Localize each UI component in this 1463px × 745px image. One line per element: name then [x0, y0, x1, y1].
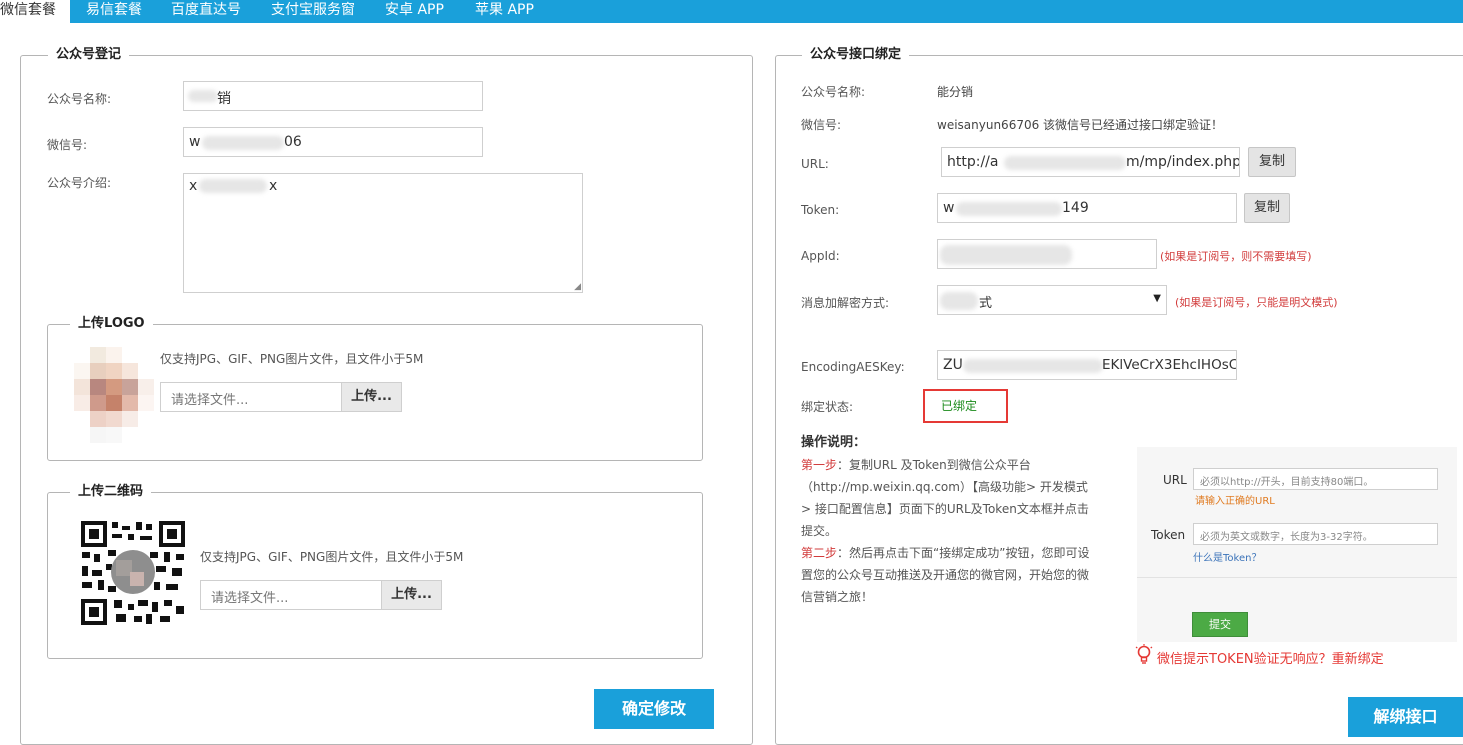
- example-url-field: 必须以http://开头，目前支持80端口。: [1193, 468, 1438, 490]
- wechat-config-example-image: URL 必须以http://开头，目前支持80端口。 请输入正确的URL Tok…: [1137, 447, 1457, 642]
- intro-textarea[interactable]: x x ◢: [183, 173, 583, 293]
- qr-code-preview: [80, 520, 186, 626]
- encrypt-mode-select[interactable]: 式 ▼: [937, 285, 1167, 315]
- instructions-title: 操作说明：: [801, 435, 867, 450]
- aes-key-value-start: ZU: [943, 357, 963, 373]
- textarea-resize-handle[interactable]: ◢: [574, 282, 581, 292]
- name-label: 公众号名称:: [47, 92, 112, 106]
- upload-logo-legend: 上传LOGO: [70, 316, 153, 332]
- interface-binding-legend: 公众号接口绑定: [802, 47, 910, 63]
- account-register-legend: 公众号登记: [48, 47, 130, 63]
- right-name-value: 能分销: [937, 85, 974, 99]
- tab-yixin-package[interactable]: 易信套餐: [86, 0, 142, 23]
- copy-url-button[interactable]: 复制: [1248, 147, 1296, 177]
- encrypt-mode-value: 式: [979, 296, 993, 311]
- example-token-label: Token: [1151, 528, 1186, 542]
- encrypt-mode-label: 消息加解密方式:: [801, 296, 890, 310]
- aes-key-value-end: EKlVeCrX3EhcIHOsC: [1102, 357, 1237, 373]
- right-wechat-label: 微信号:: [801, 118, 842, 132]
- url-value-start: http://a: [947, 154, 999, 170]
- chevron-down-icon: ▼: [1153, 293, 1161, 304]
- tab-ios-app[interactable]: 苹果 APP: [475, 0, 534, 23]
- lightbulb-icon: [1135, 644, 1153, 664]
- account-name-value: 销: [217, 91, 231, 107]
- appid-label: AppId:: [801, 249, 840, 263]
- logo-file-placeholder: 请选择文件...: [171, 393, 249, 408]
- aes-key-input[interactable]: ZU EKlVeCrX3EhcIHOsC: [937, 350, 1237, 380]
- qr-file-input[interactable]: 请选择文件... 上传...: [200, 580, 442, 610]
- qr-hint: 仅支持JPG、GIF、PNG图片文件，且文件小于5M: [200, 550, 464, 564]
- wechat-id-label: 微信号:: [47, 138, 88, 152]
- appid-input[interactable]: [937, 239, 1157, 269]
- url-label: URL:: [801, 157, 829, 171]
- url-input[interactable]: http://a m/mp/index.php: [941, 147, 1240, 177]
- rebind-link[interactable]: 微信提示TOKEN验证无响应？重新绑定: [1157, 648, 1384, 667]
- example-url-error: 请输入正确的URL: [1195, 496, 1275, 507]
- wechat-id-input[interactable]: w 06: [183, 127, 483, 157]
- qr-upload-button[interactable]: 上传...: [381, 581, 441, 609]
- step1-label: 第一步: [801, 458, 838, 472]
- intro-label: 公众号介绍:: [47, 176, 112, 190]
- example-divider: [1137, 577, 1457, 578]
- token-input[interactable]: w 149: [937, 193, 1237, 223]
- confirm-modify-button[interactable]: 确定修改: [594, 689, 714, 729]
- url-value-end: m/mp/index.php: [1126, 154, 1240, 170]
- appid-hint: (如果是订阅号，则不需要填写): [1160, 250, 1312, 263]
- tab-alipay-window[interactable]: 支付宝服务窗: [271, 0, 355, 23]
- qr-file-placeholder: 请选择文件...: [211, 591, 289, 606]
- token-label: Token:: [801, 203, 840, 217]
- logo-hint: 仅支持JPG、GIF、PNG图片文件，且文件小于5M: [160, 352, 424, 366]
- example-url-label: URL: [1163, 473, 1187, 487]
- instructions-text: 第一步：复制URL 及Token到微信公众平台（http://mp.weixin…: [801, 454, 1096, 608]
- step2-label: 第二步: [801, 546, 838, 560]
- logo-upload-button[interactable]: 上传...: [341, 383, 401, 411]
- tab-android-app[interactable]: 安卓 APP: [385, 0, 444, 23]
- tab-baidu-direct[interactable]: 百度直达号: [171, 0, 241, 23]
- example-token-link: 什么是Token？: [1193, 553, 1262, 564]
- intro-value-end: x: [269, 178, 278, 194]
- step2-text: ：然后再点击下面“接绑定成功”按钮，您即可设置您的公众号互动推送及开通您的微官网…: [801, 546, 1090, 604]
- bind-status-value: 已绑定: [941, 399, 978, 413]
- token-value-end: 149: [1062, 200, 1089, 216]
- intro-value-start: x: [189, 178, 198, 194]
- aes-key-label: EncodingAESKey:: [801, 360, 905, 374]
- copy-token-button[interactable]: 复制: [1244, 193, 1290, 223]
- unbind-interface-button[interactable]: 解绑接口: [1348, 697, 1463, 737]
- logo-file-input[interactable]: 请选择文件... 上传...: [160, 382, 402, 412]
- encrypt-mode-hint: (如果是订阅号，只能是明文模式): [1175, 296, 1338, 309]
- right-wechat-value: weisanyun66706 该微信号已经通过接口绑定验证！: [937, 118, 1224, 132]
- example-submit-button: 提交: [1192, 612, 1248, 637]
- step1-text: ：复制URL 及Token到微信公众平台（http://mp.weixin.qq…: [801, 458, 1089, 538]
- logo-preview-image: [74, 347, 154, 443]
- wechat-id-value-end: 06: [284, 134, 302, 150]
- right-name-label: 公众号名称:: [801, 85, 866, 99]
- bind-status-label: 绑定状态:: [801, 400, 854, 414]
- upload-qr-legend: 上传二维码: [70, 484, 152, 500]
- token-value-start: w: [943, 200, 955, 216]
- wechat-id-value-start: w: [189, 134, 201, 150]
- account-name-input[interactable]: 销: [183, 81, 483, 111]
- example-token-field: 必须为英文或数字，长度为3-32字符。: [1193, 523, 1438, 545]
- tab-wechat-package[interactable]: 微信套餐: [0, 0, 70, 23]
